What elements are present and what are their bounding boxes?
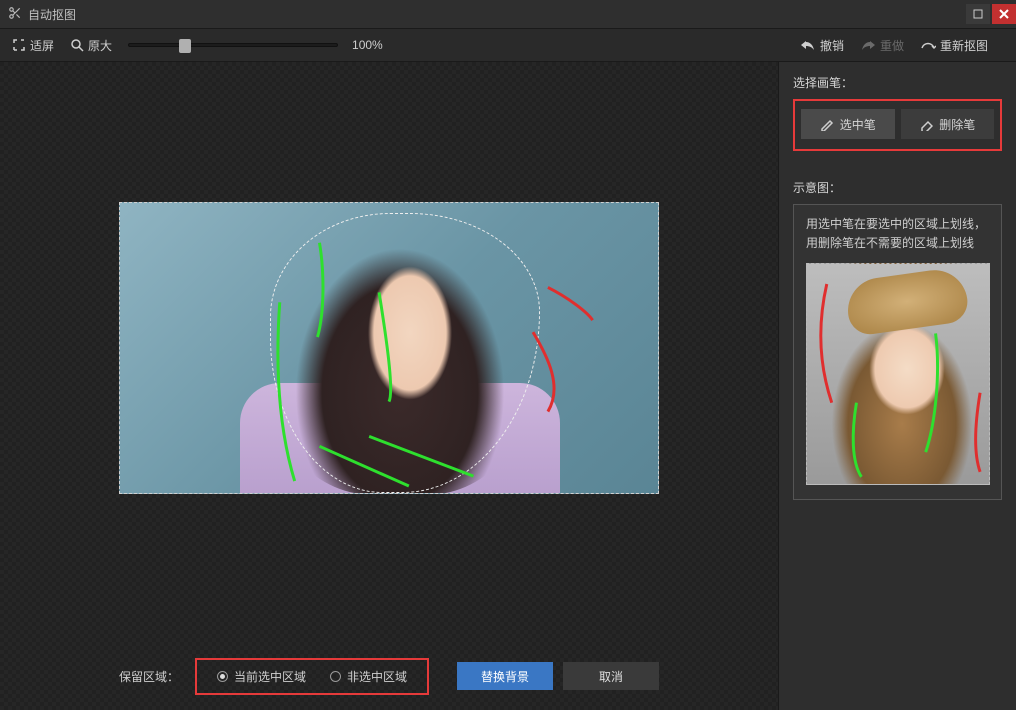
radio-dot-icon (330, 671, 341, 682)
cancel-button[interactable]: 取消 (563, 662, 659, 690)
redo-button[interactable]: 重做 (860, 37, 904, 54)
button-label: 取消 (599, 668, 623, 685)
side-panel: 选择画笔： 选中笔 删除笔 示意图： 用选中笔在要选中的区域上划线，用删除笔在不… (778, 62, 1016, 710)
magnify-icon (70, 38, 84, 52)
radio-dot-icon (217, 671, 228, 682)
example-hat (844, 266, 970, 337)
zoom-slider[interactable]: 100% (128, 38, 383, 52)
eraser-icon (919, 117, 933, 131)
undo-button[interactable]: 撤销 (800, 37, 844, 54)
fit-label: 适屏 (30, 37, 54, 54)
button-label: 删除笔 (939, 116, 975, 133)
select-brush-button[interactable]: 选中笔 (801, 109, 895, 139)
retain-label: 保留区域： (119, 668, 179, 685)
bottom-bar: 保留区域： 当前选中区域 非选中区域 替换背景 取消 (0, 646, 778, 706)
titlebar: 自动抠图 (0, 0, 1016, 28)
brush-buttons: 选中笔 删除笔 (793, 99, 1002, 151)
zoom-value: 100% (352, 38, 383, 52)
slider-thumb[interactable] (179, 39, 191, 53)
canvas-area: 保留区域： 当前选中区域 非选中区域 替换背景 取消 (0, 62, 778, 710)
window-title: 自动抠图 (28, 6, 76, 23)
radio-label: 当前选中区域 (234, 668, 306, 685)
scissors-icon (8, 6, 22, 23)
image-subject (270, 223, 530, 494)
recut-label: 重新抠图 (940, 37, 988, 54)
original-size-button[interactable]: 原大 (70, 37, 112, 54)
undo-icon (800, 38, 816, 52)
original-label: 原大 (88, 37, 112, 54)
delete-brush-button[interactable]: 删除笔 (901, 109, 995, 139)
main-image[interactable] (119, 202, 659, 494)
replace-background-button[interactable]: 替换背景 (457, 662, 553, 690)
fit-screen-button[interactable]: 适屏 (12, 37, 54, 54)
example-text: 用选中笔在要选中的区域上划线，用删除笔在不需要的区域上划线 (806, 215, 989, 253)
retain-option-group: 当前选中区域 非选中区域 (195, 658, 429, 695)
undo-label: 撤销 (820, 37, 844, 54)
brush-icon (820, 117, 834, 131)
radio-current-selection[interactable]: 当前选中区域 (217, 668, 306, 685)
close-button[interactable] (992, 4, 1016, 24)
recut-button[interactable]: 重新抠图 (920, 37, 988, 54)
radio-label: 非选中区域 (347, 668, 407, 685)
button-label: 选中笔 (840, 116, 876, 133)
recut-icon (920, 38, 936, 52)
button-label: 替换背景 (481, 668, 529, 685)
redo-icon (860, 38, 876, 52)
redo-label: 重做 (880, 37, 904, 54)
minimize-button[interactable] (966, 4, 990, 24)
toolbar: 适屏 原大 100% 撤销 重做 重新抠图 (0, 28, 1016, 62)
radio-non-selection[interactable]: 非选中区域 (330, 668, 407, 685)
fit-icon (12, 38, 26, 52)
example-section-title: 示意图： (793, 179, 1002, 196)
brush-section-title: 选择画笔： (793, 74, 1002, 91)
example-image (806, 263, 990, 485)
example-box: 用选中笔在要选中的区域上划线，用删除笔在不需要的区域上划线 (793, 204, 1002, 500)
